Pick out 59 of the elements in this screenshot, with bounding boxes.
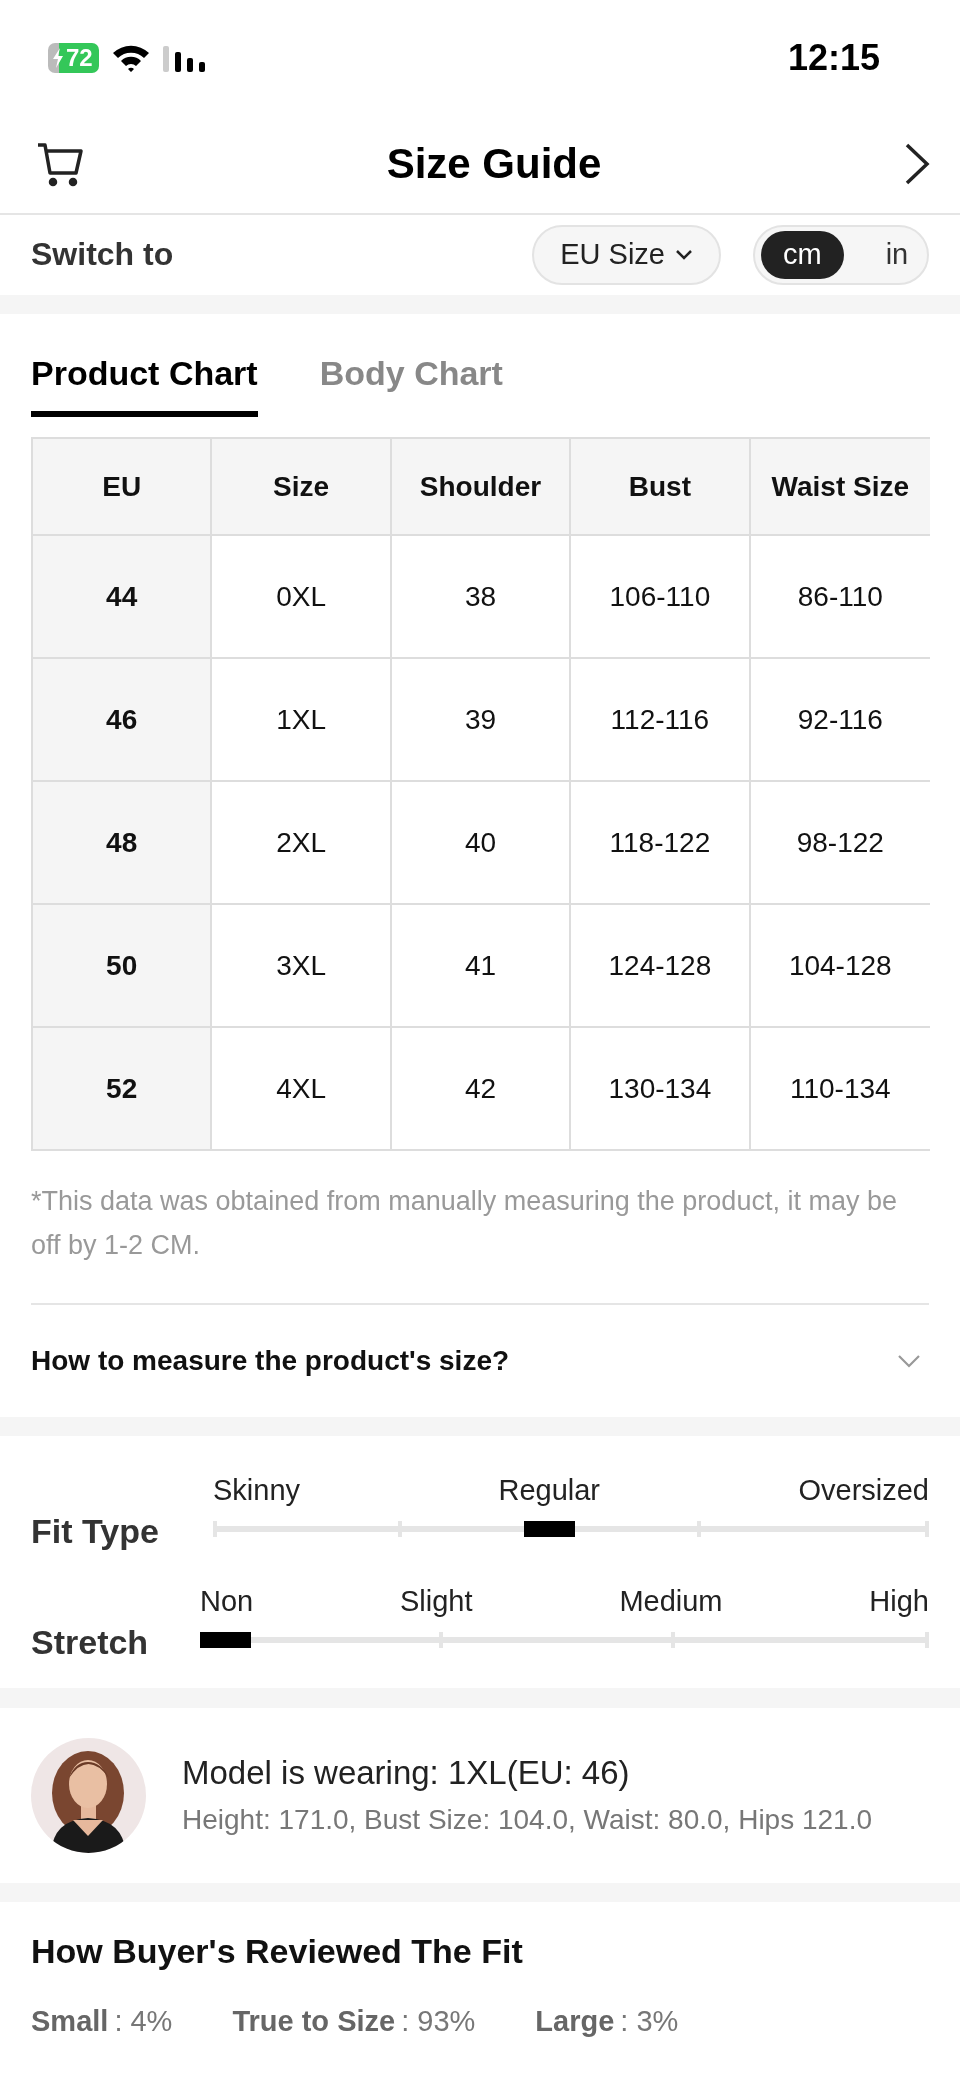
scale-label: Regular	[498, 1474, 601, 1508]
chevron-down-icon	[897, 1354, 921, 1369]
table-cell: 4XL	[212, 1028, 392, 1152]
model-measurements: Height: 171.0, Bust Size: 104.0, Waist: 80.0, Hips 121.0	[182, 1804, 873, 1837]
fit-label: True to Size	[232, 2005, 396, 2039]
fit-label: Small	[31, 2005, 109, 2039]
switch-label: Switch to	[31, 236, 175, 274]
fit-percent: : 3%	[620, 2005, 679, 2039]
measurement-note: *This data was obtained from manually measuring the product, it may be off by 1-2 CM.	[31, 1151, 929, 1306]
table-cell: 130-134	[571, 1028, 751, 1152]
page-title: Size Guide	[386, 140, 602, 189]
table-cell: 112-116	[571, 659, 751, 783]
column-header: Waist Size	[750, 439, 930, 537]
chevron-right-icon[interactable]	[904, 142, 930, 187]
scale-name: Fit Type	[31, 1512, 160, 1552]
measure-guide-row[interactable]: How to measure the product's size?	[31, 1305, 929, 1418]
fit-percent: : 4%	[114, 2005, 173, 2039]
battery-indicator: 72	[48, 42, 99, 73]
table-cell: 124-128	[571, 905, 751, 1029]
scale-label: Medium	[619, 1585, 723, 1619]
table-cell: 2XL	[212, 782, 392, 906]
cart-icon[interactable]	[36, 141, 84, 188]
chevron-down-icon	[675, 248, 693, 261]
table-cell: 0XL	[212, 536, 392, 660]
column-header: Size	[212, 439, 392, 537]
fit-percent: : 93%	[401, 2005, 476, 2039]
section-title: How Buyer's Reviewed The Fit	[31, 1931, 524, 1972]
scale-label: Non	[200, 1585, 254, 1619]
unit-option[interactable]: cm	[761, 230, 844, 279]
chart-tab[interactable]: Body Chart	[319, 354, 503, 418]
table-cell: 46	[33, 659, 213, 783]
size-system-dropdown[interactable]: EU Size	[532, 224, 721, 285]
table-cell: 3XL	[212, 905, 392, 1029]
column-header: Bust	[571, 439, 751, 537]
table-cell: 48	[33, 782, 213, 906]
scale-label: Skinny	[213, 1474, 301, 1508]
signal-icon	[162, 43, 207, 72]
scale-label: High	[869, 1585, 929, 1619]
table-cell: 41	[391, 905, 572, 1029]
scale-label: Oversized	[798, 1474, 929, 1508]
clock-time: 12:15	[787, 36, 880, 79]
model-size-text: Model is wearing: 1XL(EU: 46)	[182, 1754, 631, 1793]
unit-option[interactable]: in	[863, 230, 931, 279]
column-header: Shoulder	[391, 439, 572, 537]
table-cell: 106-110	[571, 536, 751, 660]
table-cell: 40	[391, 782, 572, 906]
scale-name: Stretch	[31, 1623, 150, 1663]
table-cell: 39	[391, 659, 572, 783]
table-cell: 50	[33, 905, 213, 1029]
table-cell: 44	[33, 536, 213, 660]
table-cell: 42	[391, 1028, 572, 1152]
scale-label: Slight	[400, 1585, 473, 1619]
table-cell: 118-122	[571, 782, 751, 906]
table-cell: 38	[391, 536, 572, 660]
table-cell: 1XL	[212, 659, 392, 783]
chart-tab[interactable]: Product Chart	[31, 354, 258, 418]
fit-label: Large	[535, 2005, 615, 2039]
table-cell: 52	[33, 1028, 213, 1152]
column-header: EU	[33, 439, 213, 537]
